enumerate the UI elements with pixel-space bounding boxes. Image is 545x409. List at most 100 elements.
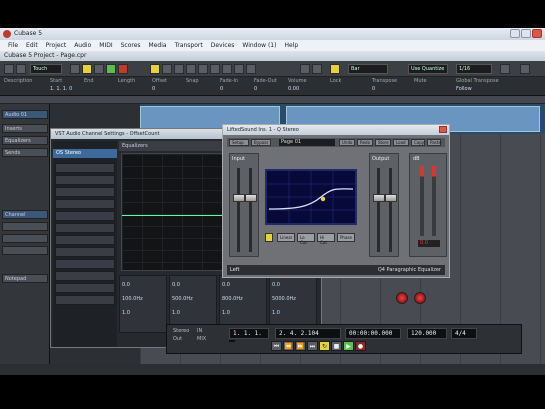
play-tool[interactable] bbox=[246, 64, 256, 74]
insert-slot[interactable] bbox=[55, 211, 115, 221]
nudge-left-button[interactable] bbox=[300, 64, 310, 74]
band-enable-button[interactable] bbox=[265, 233, 273, 242]
primary-position-display[interactable]: 2. 4. 2.104 bbox=[275, 328, 341, 339]
plugin-bypass-button[interactable]: Bypass bbox=[251, 139, 271, 146]
insert-slot[interactable] bbox=[55, 283, 115, 293]
plugin-load-button[interactable]: Load bbox=[393, 139, 409, 146]
plugin-paste-button[interactable]: Paste bbox=[427, 139, 441, 146]
nudge-right-button[interactable] bbox=[312, 64, 322, 74]
plugin-undo-button[interactable]: Undo bbox=[339, 139, 355, 146]
secondary-time-display[interactable]: 00:00:00.000 bbox=[345, 328, 401, 339]
menu-item-devices[interactable]: Devices bbox=[207, 40, 239, 51]
inspector-slot[interactable] bbox=[2, 246, 48, 255]
rewind-button[interactable]: ⏪ bbox=[283, 341, 294, 351]
zoom-tool[interactable] bbox=[210, 64, 220, 74]
inspector-section-inserts[interactable]: Inserts bbox=[2, 124, 48, 133]
insert-slot[interactable] bbox=[55, 199, 115, 209]
eq-band-1[interactable]: 0.0 100.0Hz 1.0 bbox=[119, 275, 167, 333]
go-to-end-button[interactable]: ⏭ bbox=[307, 341, 318, 351]
info-value[interactable]: 0 bbox=[254, 86, 257, 92]
insert-slot[interactable] bbox=[55, 163, 115, 173]
input-fader-right[interactable] bbox=[245, 194, 257, 202]
constrain-button[interactable] bbox=[16, 64, 26, 74]
split-tool[interactable] bbox=[174, 64, 184, 74]
tempo-display[interactable]: 120.000 bbox=[407, 328, 447, 339]
fast-forward-button[interactable]: ⏩ bbox=[295, 341, 306, 351]
info-value[interactable]: Follow bbox=[456, 86, 472, 92]
maximize-button[interactable] bbox=[521, 29, 531, 38]
cycle-button[interactable] bbox=[82, 64, 92, 74]
output-fader-left[interactable] bbox=[373, 194, 385, 202]
menu-item-midi[interactable]: MIDI bbox=[95, 40, 116, 51]
stop-button[interactable] bbox=[94, 64, 104, 74]
left-locator[interactable]: 1. 1. 1. bbox=[229, 328, 269, 339]
transport-stop-button[interactable]: ■ bbox=[331, 341, 342, 351]
clip-indicator[interactable]: 0.0 bbox=[418, 240, 440, 247]
lo-cut-button[interactable]: Lo Cut bbox=[297, 233, 315, 245]
eq-response-display[interactable] bbox=[265, 169, 357, 225]
inspector-slot[interactable] bbox=[2, 222, 48, 231]
range-tool[interactable] bbox=[162, 64, 172, 74]
linear-button[interactable]: Linear bbox=[277, 233, 295, 242]
color-button[interactable] bbox=[330, 64, 340, 74]
close-button[interactable] bbox=[532, 29, 542, 38]
hi-cut-button[interactable]: Hi Cut bbox=[317, 233, 335, 245]
draw-tool[interactable] bbox=[234, 64, 244, 74]
erase-tool[interactable] bbox=[198, 64, 208, 74]
insert-slot[interactable] bbox=[55, 187, 115, 197]
activate-project-button[interactable] bbox=[4, 64, 14, 74]
timeline-ruler[interactable] bbox=[0, 96, 545, 104]
snap-type-select[interactable]: Bar bbox=[348, 64, 388, 74]
plugin-setup-button[interactable]: Setup bbox=[229, 139, 249, 146]
output-fader-right[interactable] bbox=[385, 194, 397, 202]
info-value[interactable]: 0.00 bbox=[288, 86, 299, 92]
cycle-toggle-button[interactable]: ↻ bbox=[319, 341, 330, 351]
menu-item-audio[interactable]: Audio bbox=[70, 40, 95, 51]
plugin-preset-field[interactable]: Page 01 bbox=[279, 139, 335, 146]
inspector-section-channel[interactable]: Channel bbox=[2, 210, 48, 219]
plugin-store-button[interactable]: Store bbox=[375, 139, 391, 146]
go-to-start-button[interactable]: ⏮ bbox=[271, 341, 282, 351]
snap-button[interactable] bbox=[500, 64, 510, 74]
menu-item-project[interactable]: Project bbox=[42, 40, 71, 51]
menu-item-window-1[interactable]: Window (1) bbox=[238, 40, 280, 51]
quantize-value-select[interactable]: 1/16 bbox=[456, 64, 492, 74]
insert-slot[interactable] bbox=[55, 259, 115, 269]
time-signature-display[interactable]: 4/4 bbox=[451, 328, 477, 339]
settings-button[interactable] bbox=[520, 64, 530, 74]
plugin-copy-button[interactable]: Copy bbox=[411, 139, 425, 146]
insert-slot[interactable] bbox=[55, 247, 115, 257]
input-fader-left[interactable] bbox=[233, 194, 245, 202]
insert-slot[interactable] bbox=[55, 235, 115, 245]
minimize-button[interactable] bbox=[510, 29, 520, 38]
info-value[interactable]: 0 bbox=[152, 86, 155, 92]
record-button[interactable] bbox=[118, 64, 128, 74]
menu-item-media[interactable]: Media bbox=[145, 40, 171, 51]
object-select-tool[interactable] bbox=[150, 64, 160, 74]
inspector-track-name[interactable]: Audio 01 bbox=[2, 110, 48, 119]
menu-item-edit[interactable]: Edit bbox=[22, 40, 42, 51]
info-value[interactable]: 0 bbox=[220, 86, 223, 92]
insert-slot[interactable] bbox=[55, 295, 115, 305]
menu-item-transport[interactable]: Transport bbox=[171, 40, 207, 51]
insert-slot[interactable] bbox=[55, 175, 115, 185]
glue-tool[interactable] bbox=[186, 64, 196, 74]
plugin-close-button[interactable] bbox=[439, 126, 447, 133]
menu-item-help[interactable]: Help bbox=[280, 40, 302, 51]
monitor-knob[interactable] bbox=[396, 292, 408, 304]
mute-tool[interactable] bbox=[222, 64, 232, 74]
insert-slot[interactable] bbox=[55, 223, 115, 233]
mute-button[interactable] bbox=[70, 64, 80, 74]
inspector-section-equalizers[interactable]: Equalizers bbox=[2, 136, 48, 145]
inspector-section-notepad[interactable]: Notepad bbox=[2, 274, 48, 283]
menu-item-file[interactable]: File bbox=[4, 40, 22, 51]
plugin-redo-button[interactable]: Redo bbox=[357, 139, 373, 146]
monitor-knob[interactable] bbox=[414, 292, 426, 304]
transport-record-button[interactable]: ● bbox=[355, 341, 366, 351]
play-button[interactable] bbox=[106, 64, 116, 74]
transport-play-button[interactable]: ▶ bbox=[343, 341, 354, 351]
menu-item-scores[interactable]: Scores bbox=[117, 40, 145, 51]
insert-slot[interactable] bbox=[55, 271, 115, 281]
automation-mode-select[interactable]: Touch bbox=[30, 64, 62, 74]
info-value[interactable]: 1. 1. 1. 0 bbox=[50, 86, 72, 92]
